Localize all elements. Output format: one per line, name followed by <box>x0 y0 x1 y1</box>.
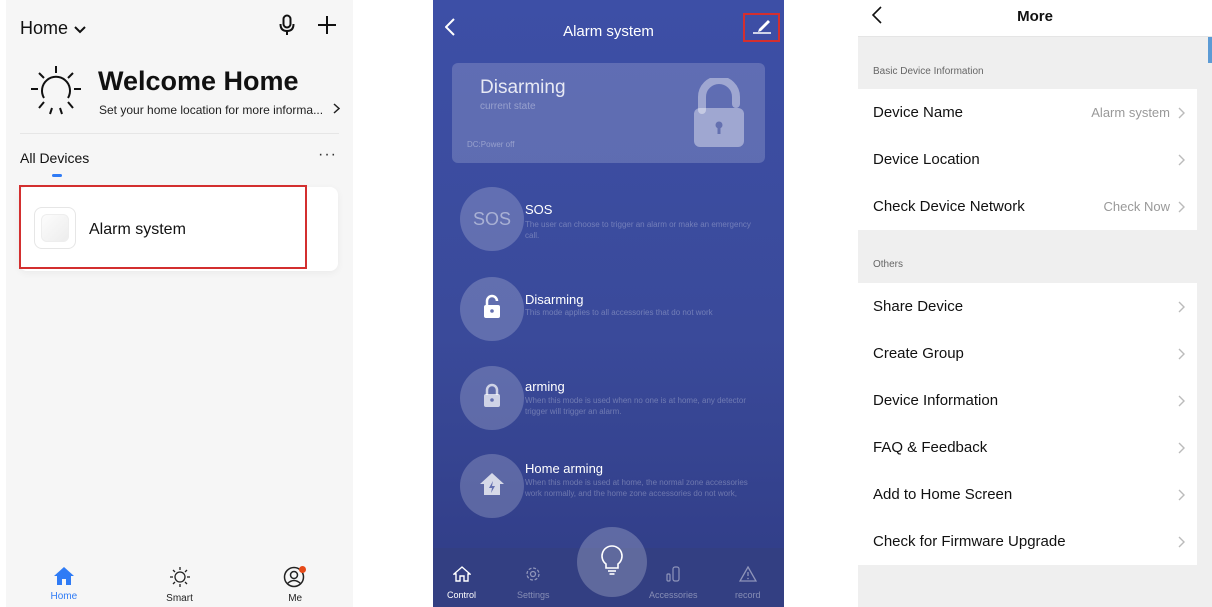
highlight-box <box>19 185 307 269</box>
tab-indicator <box>52 174 62 177</box>
chevron-right-icon <box>333 103 341 117</box>
row-label: Check Device Network <box>873 198 1025 215</box>
row-faq-feedback[interactable]: FAQ & Feedback <box>858 424 1197 471</box>
sos-button[interactable]: SOS <box>460 187 524 251</box>
mode-title-arming: arming <box>525 379 565 394</box>
tab-accessories-label: Accessories <box>649 590 698 600</box>
accessories-icon <box>665 566 681 584</box>
row-label: Add to Home Screen <box>873 486 1013 503</box>
home-arming-icon <box>479 472 505 501</box>
chevron-right-icon <box>1178 347 1185 365</box>
profile-icon <box>283 566 307 591</box>
home-title: Home <box>20 18 69 38</box>
tab-home-label: Home <box>50 591 78 602</box>
row-device-location[interactable]: Device Location <box>858 136 1197 183</box>
bottom-tab-bar: Home Smart Me <box>6 562 353 607</box>
chevron-right-icon <box>1178 488 1185 506</box>
welcome-title: Welcome Home <box>98 66 299 96</box>
mode-desc-sos: The user can choose to trigger an alarm … <box>525 220 751 240</box>
tab-record-label: record <box>735 590 761 600</box>
row-value: Check Now <box>1103 199 1170 214</box>
chevron-right-icon <box>1178 153 1185 171</box>
row-label: Check for Firmware Upgrade <box>873 533 1066 550</box>
tab-control-label: Control <box>447 590 477 600</box>
sos-badge: SOS <box>472 208 511 229</box>
row-share-device[interactable]: Share Device <box>858 283 1197 330</box>
alarm-screen: Alarm system Disarming current state DC:… <box>433 0 784 607</box>
mode-title-sos: SOS <box>525 202 553 217</box>
mode-desc-arming: When this mode is used when no one is at… <box>525 396 747 416</box>
row-check-network[interactable]: Check Device Network Check Now <box>858 183 1197 230</box>
row-label: Share Device <box>873 298 964 315</box>
state-title: Disarming <box>480 77 566 98</box>
row-label: Create Group <box>873 345 964 362</box>
page-title: More <box>1017 8 1053 25</box>
divider <box>20 133 339 134</box>
mode-title-disarming: Disarming <box>525 292 584 307</box>
state-subtitle: current state <box>480 101 536 112</box>
microphone-icon[interactable] <box>279 14 295 41</box>
chevron-right-icon <box>1178 394 1185 412</box>
home-arming-button[interactable] <box>460 454 524 518</box>
row-device-information[interactable]: Device Information <box>858 377 1197 424</box>
edge-marker <box>1208 37 1212 63</box>
chevron-down-icon <box>74 18 86 39</box>
more-screen: More Basic Device Information Device Nam… <box>858 0 1212 607</box>
chevron-right-icon <box>1178 200 1185 218</box>
chevron-right-icon <box>1178 106 1185 124</box>
unlock-icon <box>482 294 502 325</box>
home-icon <box>53 566 75 589</box>
tab-all-devices[interactable]: All Devices <box>20 150 89 166</box>
lock-icon <box>482 383 502 414</box>
tab-control[interactable]: Control <box>447 566 476 600</box>
tab-me[interactable]: Me <box>237 562 353 607</box>
tab-smart-label: Smart <box>166 593 193 604</box>
row-create-group[interactable]: Create Group <box>858 330 1197 377</box>
section-header-others: Others <box>873 259 904 270</box>
lightbulb-icon <box>600 544 624 581</box>
row-firmware-upgrade[interactable]: Check for Firmware Upgrade <box>858 518 1197 565</box>
add-icon[interactable] <box>317 15 337 40</box>
row-value: Alarm system <box>1091 105 1170 120</box>
row-label: Device Location <box>873 151 980 168</box>
power-status: DC:Power off <box>467 140 515 149</box>
section-header-basic: Basic Device Information <box>873 66 984 77</box>
row-add-to-home-screen[interactable]: Add to Home Screen <box>858 471 1197 518</box>
row-device-name[interactable]: Device Name Alarm system <box>858 89 1197 136</box>
gear-icon <box>525 566 541 584</box>
mode-desc-disarming: This mode applies to all accessories tha… <box>525 308 713 317</box>
tab-me-label: Me <box>288 593 303 604</box>
tab-settings[interactable]: Settings <box>517 566 550 600</box>
sun-icon <box>169 566 191 591</box>
more-options-icon[interactable]: ··· <box>318 146 337 164</box>
row-label: FAQ & Feedback <box>873 439 988 456</box>
mode-title-home-arming: Home arming <box>525 461 604 476</box>
row-label: Device Name <box>873 104 964 121</box>
chevron-right-icon <box>1178 300 1185 318</box>
light-button[interactable] <box>577 527 647 597</box>
unlock-icon <box>691 76 747 155</box>
chevron-right-icon <box>1178 535 1185 553</box>
welcome-subtitle: Set your home location for more informa.… <box>99 103 324 117</box>
tab-settings-label: Settings <box>517 590 550 600</box>
warning-icon <box>738 565 757 584</box>
mode-desc-home-arming: When this mode is used at home, the norm… <box>525 478 748 498</box>
page-title: Alarm system <box>563 23 654 40</box>
pencil-icon <box>752 16 772 39</box>
sun-icon <box>28 62 84 123</box>
tab-record[interactable]: record <box>735 565 761 600</box>
tab-smart[interactable]: Smart <box>122 562 238 607</box>
arming-button[interactable] <box>460 366 524 430</box>
home-selector[interactable]: Home <box>20 18 86 39</box>
tab-accessories[interactable]: Accessories <box>649 566 698 600</box>
home-location-link[interactable]: Set your home location for more informa.… <box>99 103 341 117</box>
home-outline-icon <box>451 566 472 584</box>
edit-button[interactable] <box>743 13 780 42</box>
chevron-right-icon <box>1178 441 1185 459</box>
home-screen: Home Welcome Home Set your home location… <box>6 0 353 607</box>
tab-home[interactable]: Home <box>6 562 122 607</box>
disarming-button[interactable] <box>460 277 524 341</box>
row-label: Device Information <box>873 392 999 409</box>
